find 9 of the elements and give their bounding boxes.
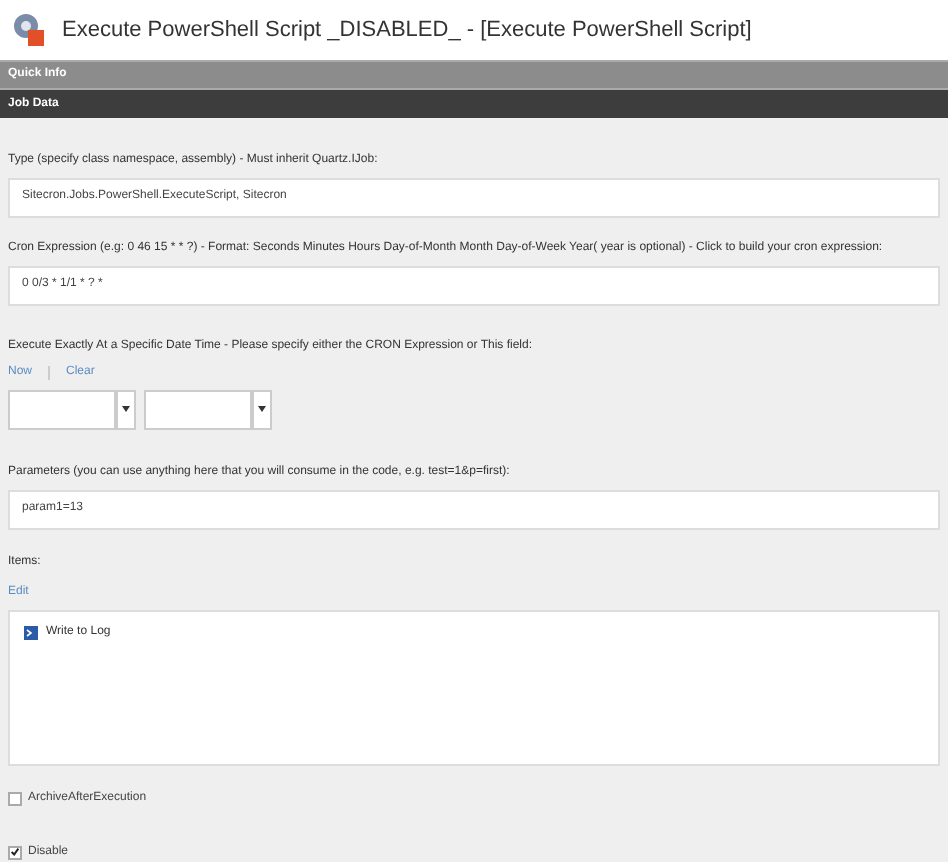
caret-icon: [258, 406, 266, 413]
caret-icon: [122, 406, 130, 413]
dropdown-button[interactable]: [116, 389, 136, 430]
checkbox[interactable]: [8, 845, 22, 860]
checkbox[interactable]: [8, 791, 22, 806]
script-icon: [24, 625, 38, 640]
dropdown-button[interactable]: [252, 389, 272, 430]
check-icon: [10, 846, 20, 859]
window-title: Execute PowerShell Script _DISABLED_ - [Execute PowerShell Script]: [62, 15, 752, 46]
